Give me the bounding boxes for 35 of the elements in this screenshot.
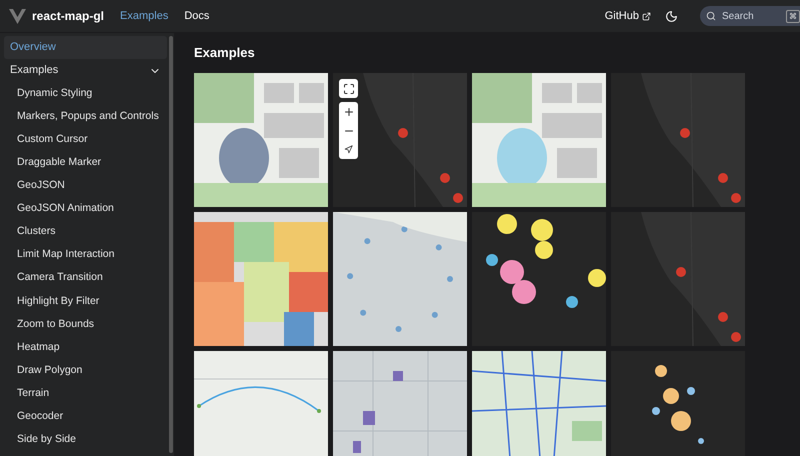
- fullscreen-icon: [342, 82, 354, 94]
- github-link[interactable]: GitHub: [604, 8, 651, 24]
- search-field[interactable]: Search ⌘: [700, 6, 800, 26]
- sidebar-item[interactable]: Custom Cursor: [4, 128, 167, 152]
- sidebar-item[interactable]: Heatmap: [4, 336, 167, 360]
- sidebar-item[interactable]: Highlight By Filter: [4, 290, 167, 313]
- logo-text[interactable]: react-map-gl: [32, 7, 104, 25]
- nav-link[interactable]: Docs: [184, 8, 210, 24]
- nav-link[interactable]: Examples: [120, 8, 168, 24]
- search-icon: [706, 11, 716, 21]
- external-link-icon: [642, 12, 651, 20]
- fullscreen-button[interactable]: [339, 79, 358, 98]
- sidebar-item[interactable]: Camera Transition: [4, 266, 167, 290]
- sidebar-item[interactable]: Dynamic Styling: [4, 82, 167, 106]
- sidebar-item[interactable]: Examples: [4, 59, 167, 82]
- sidebar-item[interactable]: Terrain: [4, 382, 167, 406]
- sidebar-item[interactable]: GeoJSON: [4, 174, 167, 198]
- scrollbar[interactable]: [169, 36, 173, 453]
- sidebar-item[interactable]: Draw Polygon: [4, 359, 167, 382]
- page-title: Examples: [194, 44, 256, 62]
- keyboard-key: ⌘: [786, 10, 800, 22]
- sidebar-item[interactable]: Clusters: [4, 220, 167, 244]
- sidebar-item[interactable]: Limit Map Interaction: [4, 244, 167, 267]
- sidebar-item[interactable]: Side by Side: [4, 428, 167, 452]
- dark-mode-toggle[interactable]: [665, 10, 678, 22]
- sidebar-item[interactable]: Zoom to Bounds: [4, 312, 167, 336]
- sidebar-item[interactable]: GeoJSON Animation: [4, 197, 167, 221]
- sidebar-item[interactable]: Draggable Marker: [4, 151, 167, 174]
- plus-icon: [342, 106, 354, 118]
- compass-icon: [344, 145, 353, 154]
- sidebar-item[interactable]: Overview: [4, 36, 167, 59]
- sidebar-item[interactable]: Geocoder: [4, 405, 167, 428]
- moon-icon: [665, 10, 678, 22]
- logo-icon: [8, 8, 27, 24]
- sidebar-item[interactable]: Markers, Popups and Controls: [4, 105, 167, 128]
